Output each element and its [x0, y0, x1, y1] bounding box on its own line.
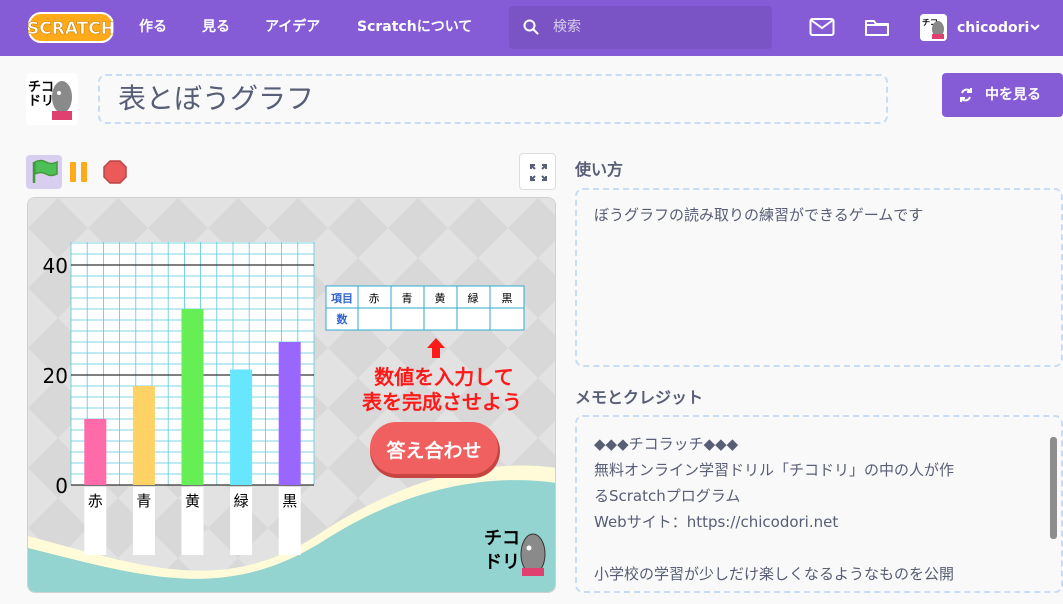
- messages-icon[interactable]: [809, 16, 835, 38]
- table-header-label: 項目: [331, 292, 353, 305]
- table-col: 青: [402, 292, 413, 305]
- search-placeholder: 検索: [553, 19, 581, 35]
- table-row-label: 数: [337, 312, 349, 326]
- user-avatar[interactable]: チコ: [920, 14, 947, 41]
- chart-bar: [230, 369, 253, 485]
- nav-explore[interactable]: 見る: [202, 0, 230, 56]
- table-col: 黄: [435, 291, 446, 305]
- logo-text-line-2: ドリ: [484, 552, 520, 573]
- notes-scrollbar[interactable]: [1049, 433, 1057, 589]
- fullscreen-button[interactable]: [519, 153, 556, 190]
- my-stuff-folder-icon[interactable]: [864, 16, 890, 38]
- category-label: 赤: [88, 492, 103, 510]
- stage-canvas: 40200 赤青黄緑黒 項目 数 赤 青 黄 緑 黒 数値を入力して 表を完成さ…: [28, 198, 555, 592]
- chart-bar: [181, 309, 204, 485]
- data-table[interactable]: 項目 数 赤 青 黄 緑 黒: [325, 285, 525, 331]
- top-navbar: SCRATCH 作る 見る アイデア Scratchについて 検索 チコ chi…: [0, 0, 1063, 56]
- green-flag-button[interactable]: [26, 155, 62, 189]
- table-col: 黒: [502, 292, 513, 305]
- check-answer-label: 答え合わせ: [386, 439, 481, 462]
- search-icon: [523, 19, 539, 35]
- instruction-line-1: 数値を入力して: [374, 365, 513, 389]
- note-line: 無料オンライン学習ドリル「チコドリ」の中の人が作: [594, 461, 955, 479]
- note-line: Webサイト：https://chicodori.net: [594, 513, 839, 531]
- scratch-logo[interactable]: SCRATCH: [27, 11, 115, 44]
- y-tick-label: 40: [43, 254, 68, 278]
- stop-icon[interactable]: [103, 160, 127, 184]
- y-tick-label: 20: [43, 364, 68, 388]
- table-col: 赤: [369, 292, 380, 305]
- y-tick-label: 0: [55, 474, 68, 498]
- instructions-text: ぼうグラフの読み取りの練習ができるゲームです: [594, 206, 924, 224]
- see-inside-button[interactable]: 中を見る: [942, 73, 1063, 117]
- chart-bar: [132, 386, 155, 485]
- instruction-line-2: 表を完成させよう: [362, 390, 522, 414]
- project-title-field[interactable]: 表とぼうグラフ: [98, 74, 888, 124]
- category-label: 青: [136, 492, 151, 510]
- chart-bar: [84, 419, 107, 485]
- project-stage[interactable]: 40 20 0 赤青黄緑黒 項目 数 赤 青 黄 緑 黒 数値を入力して 表を完成さ…: [27, 197, 556, 593]
- category-label: 黄: [185, 492, 200, 510]
- chicodori-logo: チコ ドリ: [484, 528, 546, 576]
- green-flag-icon: [32, 159, 58, 183]
- chart-bar: [278, 342, 301, 485]
- svg-text:チコ: チコ: [28, 80, 54, 95]
- check-answer-button[interactable]: 答え合わせ: [370, 422, 500, 478]
- notes-title: メモとクレジット: [575, 388, 704, 407]
- username[interactable]: chicodori: [957, 0, 1029, 56]
- category-label: 黒: [282, 492, 297, 510]
- chevron-down-icon[interactable]: [1029, 22, 1041, 32]
- remix-arrows-icon: [960, 88, 972, 102]
- note-line: ◆◆◆チコラッチ◆◆◆: [594, 435, 739, 453]
- instructions-title: 使い方: [575, 160, 624, 179]
- nav-ideas[interactable]: アイデア: [265, 0, 320, 56]
- nav-create[interactable]: 作る: [139, 0, 167, 56]
- instructions-field[interactable]: ぼうグラフの読み取りの練習ができるゲームです: [575, 188, 1063, 367]
- pause-icon[interactable]: [68, 160, 92, 184]
- svg-text:ドリ: ドリ: [28, 94, 54, 109]
- search-input[interactable]: 検索: [509, 6, 772, 49]
- category-label: 緑: [234, 492, 249, 510]
- scrollbar-thumb[interactable]: [1050, 437, 1057, 539]
- notes-field[interactable]: ◆◆◆チコラッチ◆◆◆ 無料オンライン学習ドリル「チコドリ」の中の人が作 るSc…: [575, 415, 1063, 593]
- project-title: 表とぼうグラフ: [118, 82, 315, 115]
- logo-text-line-1: チコ: [484, 528, 520, 549]
- table-col: 緑: [468, 291, 479, 305]
- author-avatar[interactable]: チコ ドリ: [26, 73, 78, 125]
- scratch-logo-text: SCRATCH: [28, 19, 114, 39]
- note-line: るScratchプログラム: [594, 487, 741, 505]
- note-line: 小学校の学習が少しだけ楽しくなるようなものを公開: [594, 565, 955, 583]
- nav-about[interactable]: Scratchについて: [357, 0, 472, 56]
- fullscreen-icon: [530, 164, 547, 181]
- see-inside-label: 中を見る: [985, 87, 1041, 103]
